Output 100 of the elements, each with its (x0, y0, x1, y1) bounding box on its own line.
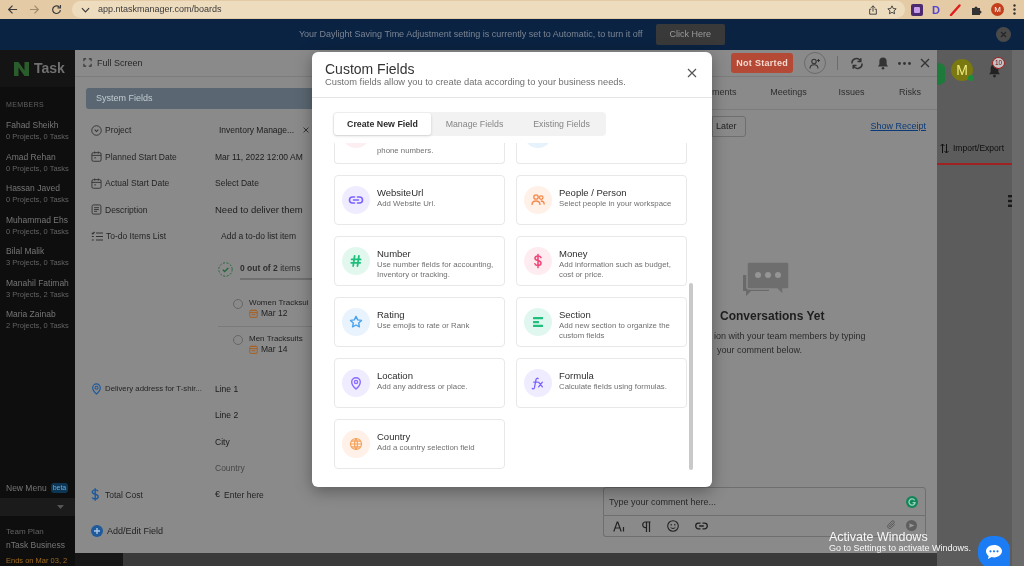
activation-notice-text: Go to Settings to activate Windows. (829, 543, 972, 553)
empty-state-text: ion with your team members by typing (714, 330, 867, 344)
location-pin-icon (91, 382, 102, 395)
clear-icon[interactable] (303, 127, 309, 134)
dialog-subtitle: Custom fields allow you to create data according to your business needs. (325, 77, 626, 88)
document-icon (91, 204, 102, 216)
more-icon[interactable] (1013, 4, 1016, 15)
scrollbar-thumb[interactable] (689, 283, 693, 470)
field-type-title: Rating (377, 309, 406, 321)
date-value[interactable]: Mar 11, 2022 12:00 AM (215, 151, 303, 162)
full-screen-button[interactable]: Full Screen (83, 57, 143, 69)
close-icon[interactable] (920, 58, 930, 68)
tab[interactable]: Risks (883, 77, 937, 110)
field-label: Project (105, 125, 132, 136)
task-title[interactable]: Women Tracksui (249, 296, 309, 308)
attachment-icon[interactable] (887, 520, 896, 530)
field-label: Total Cost (105, 489, 143, 500)
due-date: Mar 14 (261, 343, 288, 355)
new-menu-link[interactable]: New Menu (6, 482, 47, 494)
field-label: Description (105, 204, 148, 215)
field-label: Planned Start Date (105, 151, 177, 162)
profile-avatar[interactable]: M (991, 3, 1004, 16)
chat-launcher-button[interactable] (978, 536, 1010, 566)
import-export-button[interactable]: Import/Export (937, 141, 1012, 155)
menu-icon[interactable] (1008, 195, 1012, 207)
send-icon[interactable] (906, 519, 917, 531)
field-label: To-do Items List (106, 231, 166, 242)
add-icon[interactable] (91, 525, 103, 537)
cost-field[interactable]: Enter here (224, 489, 294, 500)
dialog-title: Custom Fields (325, 61, 416, 77)
field-type-card[interactable] (516, 143, 687, 164)
tab[interactable]: Manage Fields (431, 113, 518, 135)
location-pin-icon (342, 369, 370, 397)
font-size-icon[interactable] (613, 520, 625, 532)
tab[interactable]: Existing Fields (518, 113, 605, 135)
emoji-icon[interactable] (667, 520, 679, 532)
paragraph-icon[interactable] (641, 520, 651, 532)
member-name[interactable]: Manahil Fatimah (6, 277, 69, 289)
date-field[interactable]: Select Date (215, 178, 311, 189)
pen-icon[interactable] (949, 3, 961, 16)
star-icon[interactable] (887, 4, 898, 15)
click-here-button[interactable]: Click Here (655, 24, 726, 45)
tab[interactable]: Create New Field (334, 113, 431, 135)
empty-state-text: your comment below. (717, 344, 804, 358)
project-value[interactable]: Inventory Manage... (215, 125, 295, 136)
tab[interactable]: Meetings (757, 77, 820, 110)
grammar-assistant-icon[interactable] (906, 495, 918, 508)
logo-text: Task (34, 60, 65, 77)
dropdown-circle-icon (91, 124, 102, 136)
show-receipt-link[interactable]: Show Receipt (870, 121, 926, 132)
field-type-title: Section (559, 309, 592, 321)
logo-icon (13, 60, 30, 77)
member-name[interactable]: Muhammad Ehs (6, 214, 68, 226)
currency-symbol: € (215, 489, 220, 501)
member-name[interactable]: Amad Rehan (6, 151, 56, 163)
member-name[interactable]: Maria Zainab (6, 309, 56, 320)
empty-state-title: Conversations Yet (720, 309, 826, 324)
add-edit-field-link[interactable]: Add/Edit Field (107, 525, 164, 537)
chat-icon[interactable] (985, 544, 1003, 560)
plan-name: nTask Business (6, 540, 67, 551)
calendar-icon (91, 177, 102, 189)
caret-icon (57, 505, 64, 509)
tab[interactable]: Issues (820, 77, 883, 110)
field-type-title: WebsiteUrl (377, 187, 425, 199)
field-type-title: Money (559, 248, 589, 260)
address-bar[interactable]: app.ntaskmanager.com/boards (72, 1, 906, 18)
formula-icon (524, 369, 552, 397)
tab[interactable]: ments (712, 77, 757, 110)
member-name[interactable]: Hassan Javed (6, 183, 60, 194)
section-icon (524, 308, 552, 336)
comment-field[interactable]: Type your comment here... (603, 487, 926, 516)
user-avatar[interactable]: M (951, 59, 973, 81)
extension-icon[interactable]: D (932, 3, 940, 16)
back-icon[interactable] (7, 4, 18, 15)
extension-icon[interactable] (911, 3, 924, 16)
address-field[interactable]: Line 2 (215, 410, 311, 421)
description-text[interactable]: Need to deliver them (215, 204, 303, 216)
banner-message: Your Daylight Saving Time Adjustment setting is currently set to Automatic, to turn it off (298, 29, 643, 40)
dollar-icon (524, 247, 552, 275)
link-icon (342, 186, 370, 214)
todo-input-field[interactable]: Add a to-do list item (215, 231, 311, 242)
calendar-icon (249, 344, 258, 354)
chevron-down-icon[interactable] (81, 6, 90, 13)
dollar-icon (91, 488, 99, 502)
task-title[interactable]: Men Tracksuits (249, 332, 303, 344)
people-icon (524, 186, 552, 214)
link-icon[interactable] (695, 522, 708, 530)
progress-text: 0 out of 2 items (240, 263, 302, 273)
forward-icon[interactable] (29, 4, 40, 15)
member-name[interactable]: Bilal Malik (6, 246, 45, 257)
due-date: Mar 12 (261, 307, 288, 319)
reload-icon[interactable] (51, 4, 62, 15)
address-field[interactable]: City (215, 436, 311, 447)
repeat-icon[interactable] (850, 56, 864, 70)
member-name[interactable]: Fahad Sheikh (6, 120, 59, 131)
hash-icon (342, 247, 370, 275)
more-icon[interactable] (898, 61, 911, 65)
share-icon[interactable] (868, 4, 879, 15)
status-button[interactable]: Not Started (731, 53, 793, 73)
address-field[interactable]: Line 1 (215, 383, 311, 394)
